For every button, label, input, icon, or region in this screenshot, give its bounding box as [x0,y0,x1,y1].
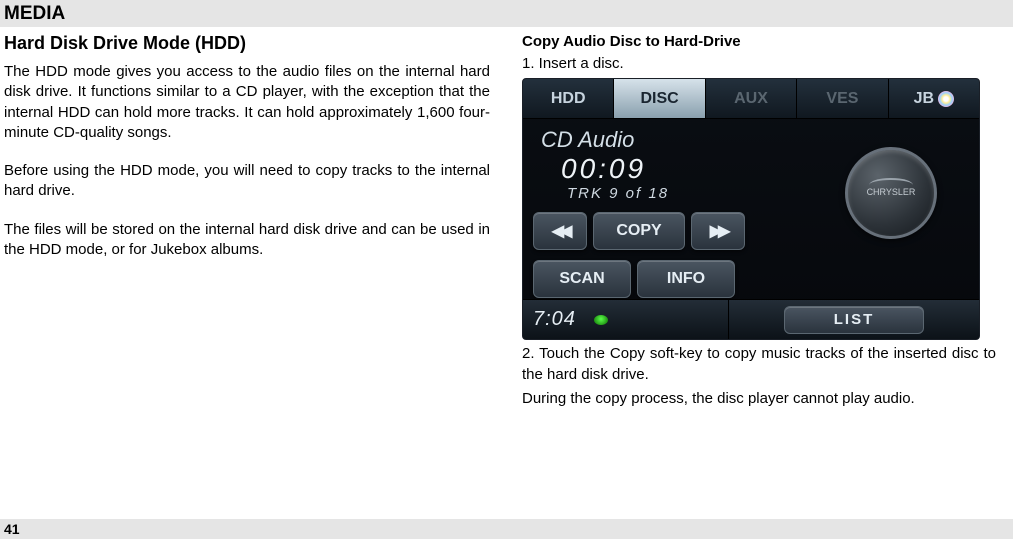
cd-audio-label: CD Audio [541,127,793,153]
copy-button[interactable]: COPY [593,212,685,250]
disc-icon [938,91,954,107]
next-button[interactable] [691,212,745,250]
chrysler-badge-icon: CHRYSLER [845,147,937,239]
scan-button[interactable]: SCAN [533,260,631,298]
tab-disc[interactable]: DISC [614,79,705,118]
tab-ves[interactable]: VES [797,79,888,118]
tab-bar: HDD DISC AUX VES JB [523,79,979,119]
track-indicator: TRK 9 of 18 [567,185,793,202]
hdd-mode-heading: Hard Disk Drive Mode (HDD) [4,33,490,54]
main-display: CD Audio 00:09 TRK 9 of 18 COPY SCAN INF… [523,119,979,301]
list-button[interactable]: LIST [784,306,924,334]
wings-icon [869,178,913,192]
nav-unit-screenshot: HDD DISC AUX VES JB CD Audio 00:09 TRK 9… [522,78,980,340]
right-display-panel: CHRYSLER [803,119,979,301]
tab-aux[interactable]: AUX [706,79,797,118]
clock-area: 7:04 [523,300,729,339]
prev-button[interactable] [533,212,587,250]
page-number: 41 [0,519,1013,539]
bottom-bar: 7:04 LIST [523,299,979,339]
tab-jb[interactable]: JB [889,79,979,118]
tab-hdd[interactable]: HDD [523,79,614,118]
section-header: MEDIA [4,3,1009,25]
bottom-center: LIST [729,300,979,339]
left-display-panel: CD Audio 00:09 TRK 9 of 18 COPY SCAN INF… [523,119,803,301]
clock-time: 7:04 [533,308,576,331]
button-row-1: COPY [533,212,793,250]
step-1: 1. Insert a disc. [522,54,996,74]
paragraph-1: The HDD mode gives you access to the aud… [4,62,490,143]
left-column: Hard Disk Drive Mode (HDD) The HDD mode … [0,27,510,409]
step-2: 2. Touch the Copy soft-key to copy music… [522,344,996,385]
status-indicator-icon [594,315,608,325]
playback-time: 00:09 [561,153,793,185]
header-bar: MEDIA [0,0,1013,27]
button-row-2: SCAN INFO [533,260,793,298]
tab-jb-label: JB [914,90,934,108]
paragraph-2: Before using the HDD mode, you will need… [4,161,490,202]
paragraph-3: The files will be stored on the internal… [4,220,490,261]
right-column: Copy Audio Disc to Hard-Drive 1. Insert … [510,27,1000,409]
info-button[interactable]: INFO [637,260,735,298]
copy-note: During the copy process, the disc player… [522,389,996,409]
content: Hard Disk Drive Mode (HDD) The HDD mode … [0,27,1013,409]
copy-audio-heading: Copy Audio Disc to Hard-Drive [522,33,996,50]
